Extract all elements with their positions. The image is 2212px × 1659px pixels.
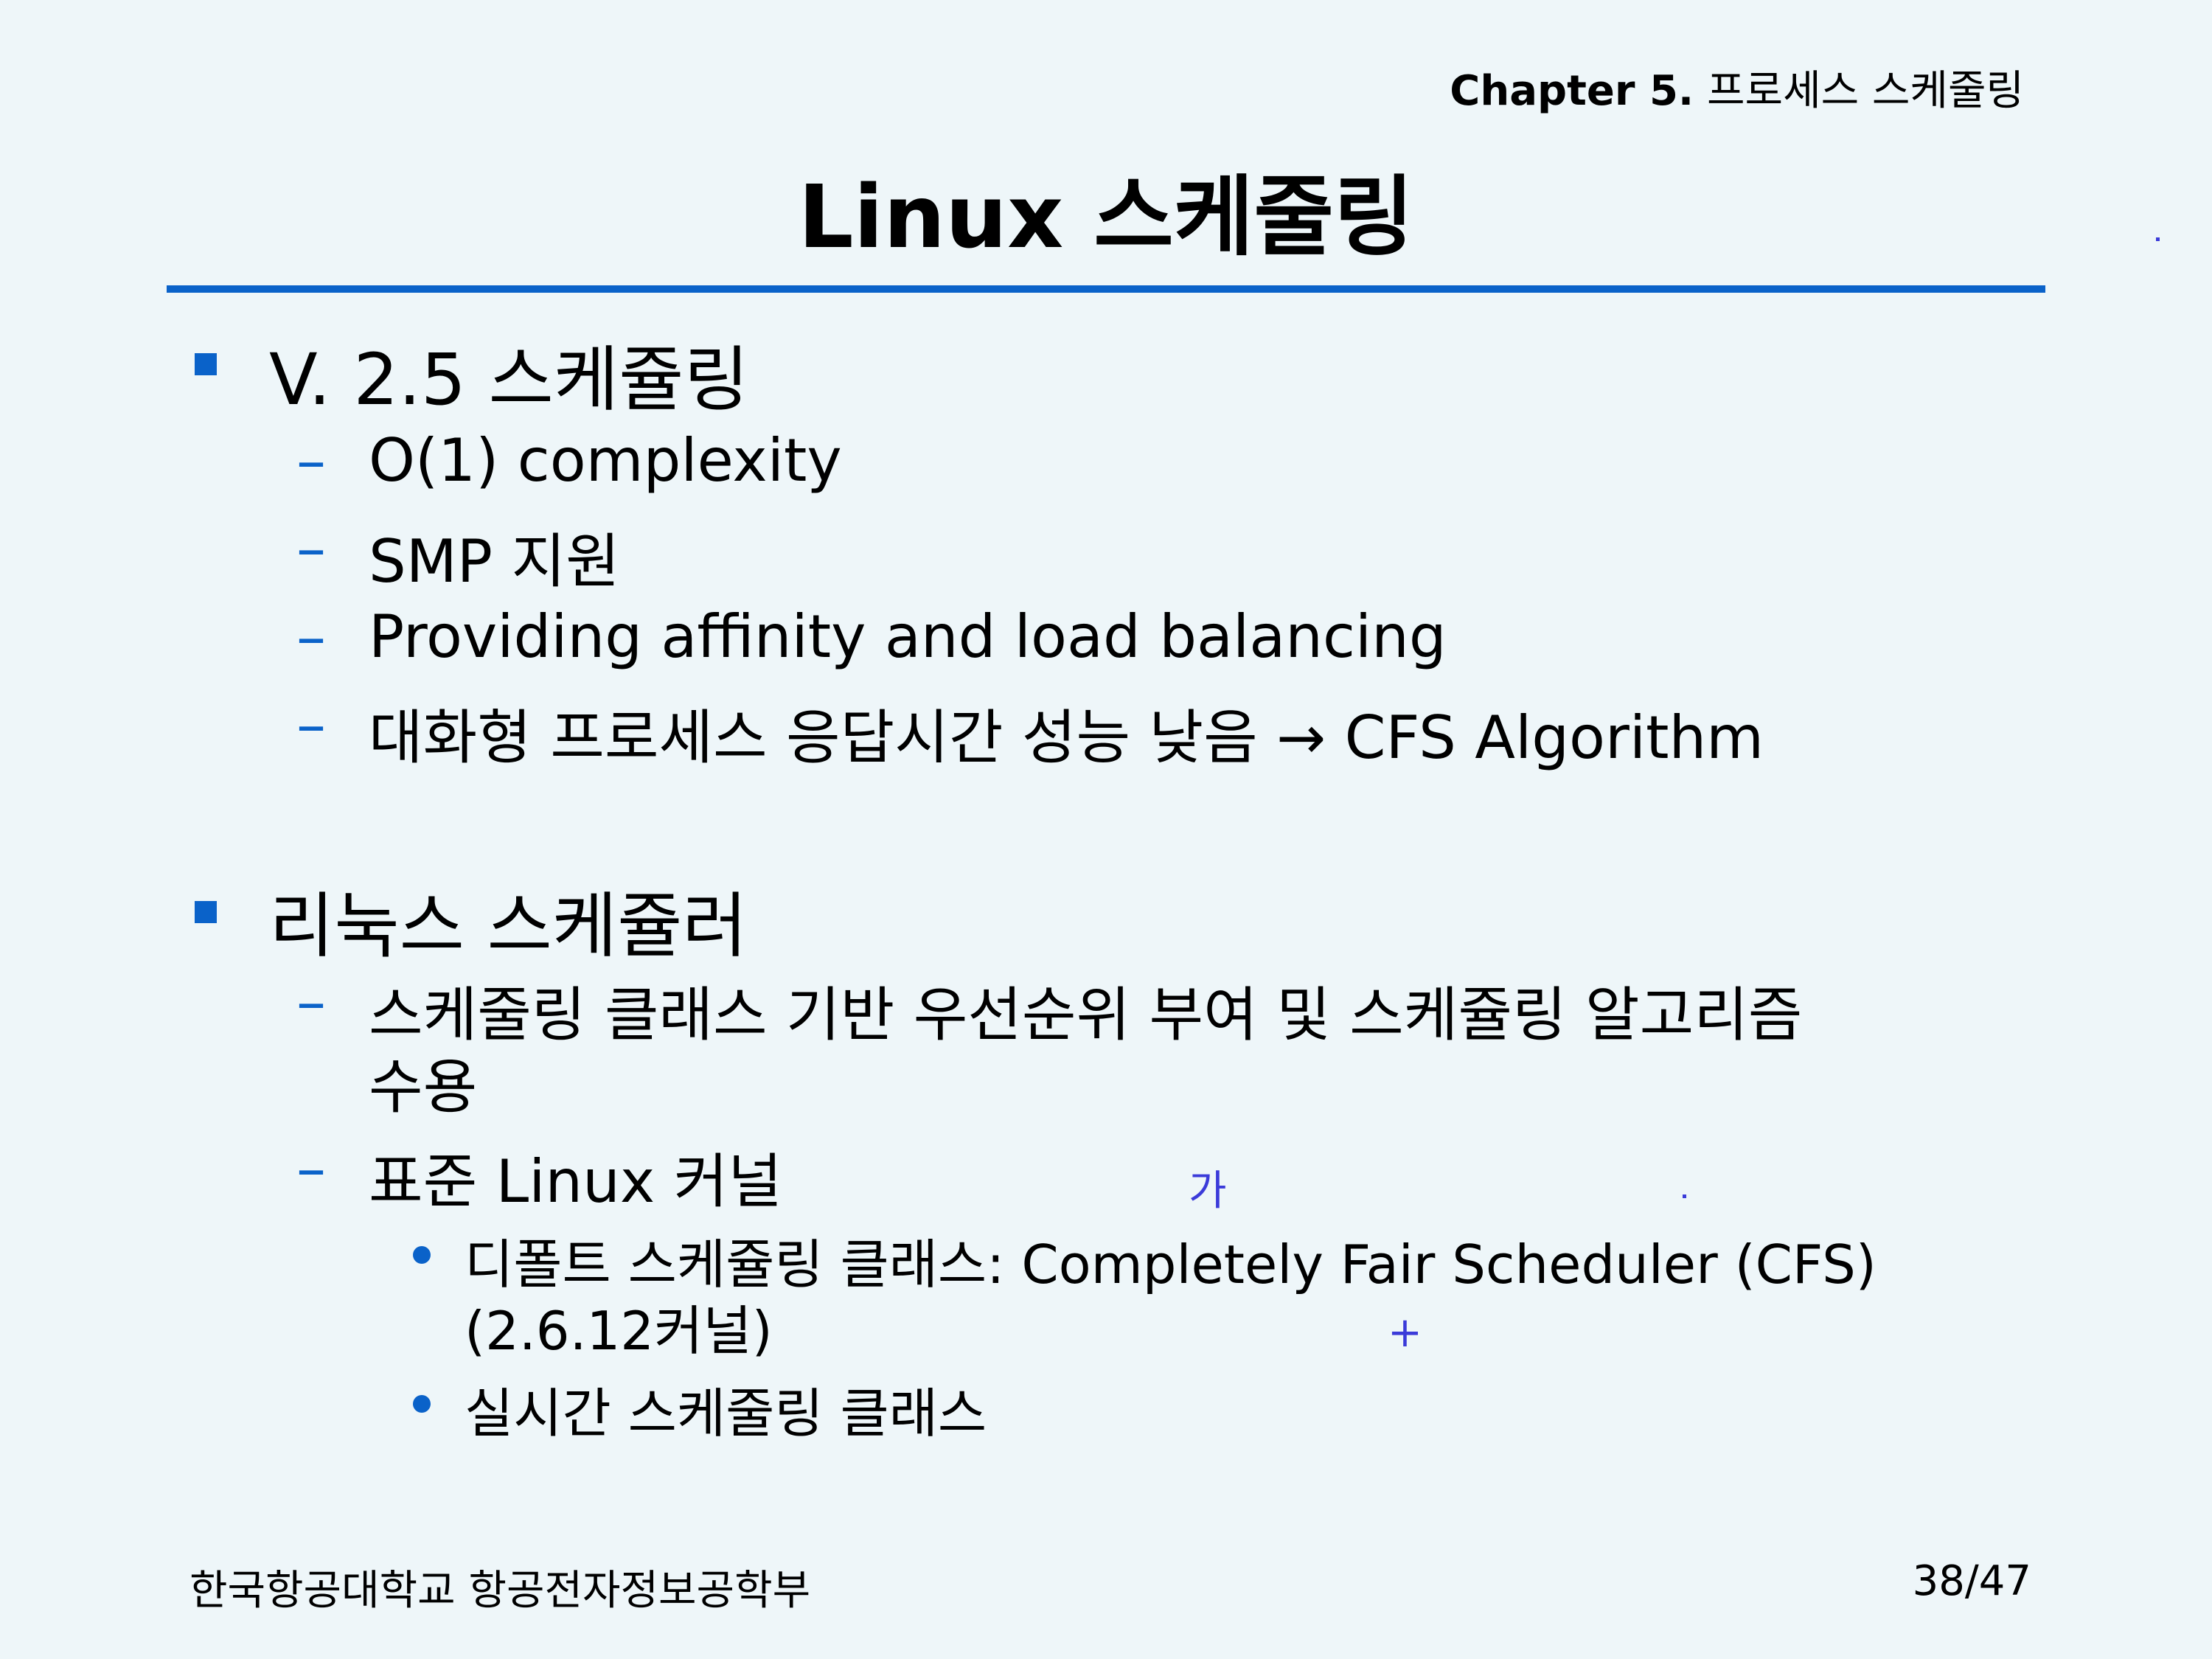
dash-bullet-icon: –: [296, 967, 326, 1036]
section-heading: 리눅스 스케쥴러: [269, 885, 748, 967]
dash-bullet-icon: –: [296, 1134, 326, 1203]
plus-mark: +: [1388, 1309, 1422, 1357]
list-item: Providing affinity and load balancing: [369, 602, 1447, 671]
section-heading: V. 2.5 스케쥴링: [269, 338, 749, 421]
list-item: 표준 Linux 커널: [369, 1147, 782, 1216]
dash-bullet-icon: –: [296, 426, 326, 495]
list-item-continuation: 수용: [369, 1053, 478, 1121]
square-bullet-icon: [195, 353, 217, 375]
square-bullet-icon: [195, 901, 217, 923]
list-item: 대화형 프로세스 응답시간 성능 낮음 → CFS Algorithm: [369, 703, 1764, 772]
text-mark: 가: [1189, 1167, 1227, 1215]
footer-school: 한국항공대학교 항공전자정보공학부: [189, 1567, 811, 1615]
dot-mark: [1683, 1194, 1686, 1198]
slide-title: Linux 스케줄링: [798, 166, 1414, 268]
dash-bullet-icon: –: [296, 690, 326, 759]
dash-bullet-icon: –: [296, 602, 326, 671]
title-divider: [167, 285, 2045, 293]
chapter-title: 프로세스 스케줄링: [1707, 67, 2024, 115]
chapter-label: Chapter 5.: [1450, 67, 1694, 115]
sub-list-item: 실시간 스케줄링 클래스: [465, 1382, 987, 1444]
list-item: O(1) complexity: [369, 426, 842, 495]
dot-bullet-icon: [413, 1246, 431, 1264]
dot-bullet-icon: [413, 1395, 431, 1413]
list-item: SMP 지원: [369, 527, 620, 596]
list-item: 스케줄링 클래스 기반 우선순위 부여 및 스케쥴링 알고리즘: [369, 981, 1803, 1049]
dot-mark: [2156, 237, 2160, 241]
chapter-header: Chapter 5. 프로세스 스케줄링: [1450, 58, 2024, 117]
dash-bullet-icon: –: [296, 514, 326, 582]
sub-list-item-continuation: (2.6.12커널): [465, 1300, 773, 1362]
page-number: 38/47: [1912, 1557, 2031, 1605]
